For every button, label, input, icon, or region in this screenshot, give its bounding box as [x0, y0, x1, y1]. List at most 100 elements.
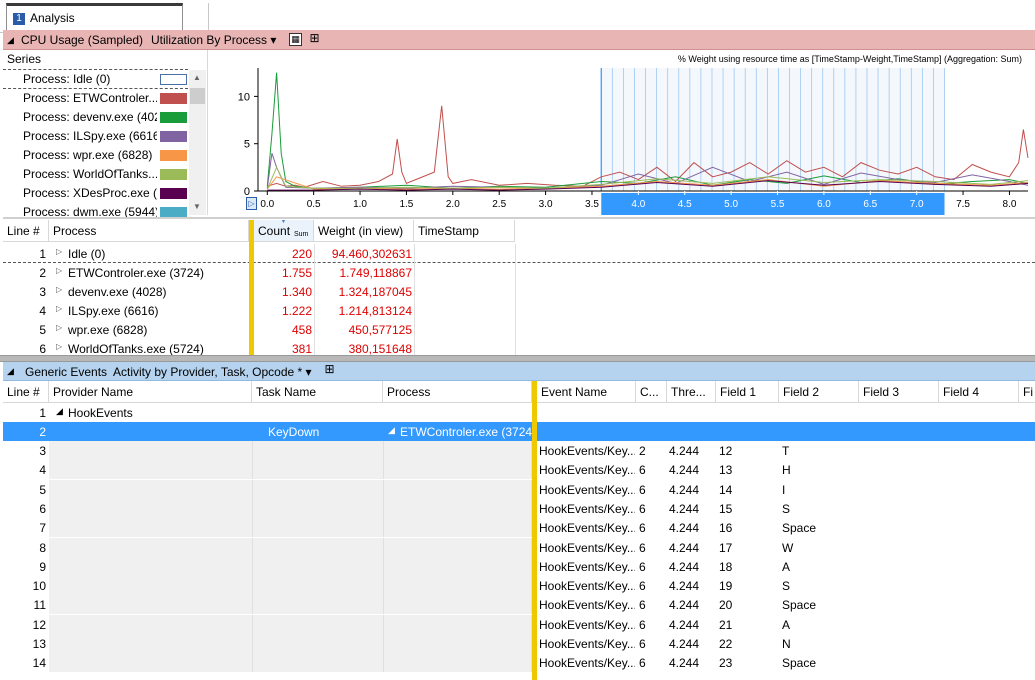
collapse-group-icon[interactable]: ◢	[56, 406, 63, 417]
panel-splitter[interactable]	[0, 355, 1035, 362]
tab-analysis[interactable]: 1 Analysis	[6, 3, 183, 33]
table-row[interactable]: 6 HookEvents/Key... 6 4.244 15 S	[3, 498, 1035, 518]
row-field1: 20	[719, 598, 733, 613]
series-scrollbar[interactable]: ▲ ▼	[189, 70, 206, 215]
series-color-swatch[interactable]	[160, 188, 187, 199]
table-row[interactable]: 10 HookEvents/Key... 6 4.244 19 S	[3, 576, 1035, 596]
x-tick-label: 0.5	[307, 199, 321, 210]
generic-preset-dropdown[interactable]: Activity by Provider, Task, Opcode * ▾	[113, 365, 312, 379]
table-row[interactable]: 5 HookEvents/Key... 6 4.244 14 I	[3, 479, 1035, 499]
series-item[interactable]: Process: XDesProc.exe (...	[3, 184, 188, 203]
series-color-swatch[interactable]	[160, 150, 187, 161]
scroll-up-icon[interactable]: ▲	[193, 73, 201, 82]
col-line-number[interactable]: Line #	[3, 220, 49, 242]
col-field2[interactable]: Field 2	[779, 381, 859, 403]
table-row[interactable]: 4 HookEvents/Key... 6 4.244 13 H	[3, 460, 1035, 480]
row-process: devenv.exe (4028)	[68, 285, 167, 299]
series-color-swatch[interactable]	[160, 74, 187, 85]
table-row[interactable]: 1 ▷ Idle (0) 220 94.460,302631	[3, 244, 1035, 263]
selected-row[interactable]: 2 KeyDown ◢ ETWControler.exe (3724)	[3, 422, 1035, 441]
col-line-number[interactable]: Line #	[3, 381, 49, 403]
expand-row-icon[interactable]: ▷	[56, 285, 62, 294]
table-row[interactable]: 11 HookEvents/Key... 6 4.244 20 Space	[3, 595, 1035, 615]
graph-toggle-icon[interactable]: ⊞	[323, 363, 336, 377]
table-row[interactable]: 2 ▷ ETWControler.exe (3724) 1.755 1.749,1188…	[3, 263, 1035, 282]
preset-dropdown[interactable]: Utilization By Process ▾	[151, 33, 276, 47]
table-row[interactable]: 13 HookEvents/Key... 6 4.244 22 N	[3, 634, 1035, 653]
col-task-name[interactable]: Task Name	[252, 381, 383, 403]
y-tick-label: 5	[244, 139, 250, 151]
col-process[interactable]: Process	[383, 381, 532, 403]
group-row[interactable]: 1 ◢ HookEvents	[3, 403, 1035, 422]
x-tick-label: 3.0	[539, 199, 553, 210]
expand-row-icon[interactable]: ▷	[56, 323, 62, 332]
expand-axis-icon[interactable]: ▷	[246, 197, 257, 210]
expand-row-icon[interactable]: ▷	[56, 304, 62, 313]
row-field2: T	[782, 444, 790, 458]
row-event-name: HookEvents/Key...	[539, 521, 635, 536]
expand-row-icon[interactable]: ▷	[56, 247, 62, 256]
col-event-name[interactable]: Event Name	[537, 381, 636, 403]
col-weight[interactable]: Weight (in view)	[314, 220, 414, 242]
table-row[interactable]: 14 HookEvents/Key... 6 4.244 23 Space	[3, 653, 1035, 673]
series-item[interactable]: Process: ETWControler....	[3, 89, 188, 108]
table-row[interactable]: 8 HookEvents/Key... 6 4.244 17 W	[3, 537, 1035, 557]
scroll-thumb[interactable]	[190, 88, 205, 104]
table-row[interactable]: 3 HookEvents/Key... 2 4.244 12 T	[3, 441, 1035, 460]
series-item[interactable]: Process: Idle (0)	[3, 70, 188, 89]
grouping-bar[interactable]	[532, 381, 537, 680]
table-row[interactable]: 3 ▷ devenv.exe (4028) 1.340 1.324,187045	[3, 282, 1035, 301]
row-cpu: 6	[639, 559, 646, 574]
series-color-swatch[interactable]	[160, 93, 187, 104]
table-row[interactable]: 9 HookEvents/Key... 6 4.244 18 A	[3, 556, 1035, 576]
series-color-swatch[interactable]	[160, 112, 187, 123]
cpu-chart[interactable]: % Weight using resource time as [TimeSta…	[208, 50, 1035, 218]
series-item[interactable]: Process: ILSpy.exe (6616)	[3, 127, 188, 146]
table-row[interactable]: 5 ▷ wpr.exe (6828) 458 450,577125	[3, 320, 1035, 339]
col-field5[interactable]: Fi	[1019, 381, 1035, 403]
table-row[interactable]: 12 HookEvents/Key... 6 4.244 21 A	[3, 614, 1035, 634]
row-weight: 380,151648	[348, 342, 412, 356]
row-process: Idle (0)	[68, 247, 106, 261]
collapse-process-icon[interactable]: ◢	[388, 425, 395, 436]
aggregation-bar[interactable]	[249, 220, 254, 358]
row-field1: 15	[719, 501, 733, 516]
collapse-triangle-icon[interactable]: ◢	[7, 366, 14, 377]
row-line-number: 13	[32, 637, 46, 651]
row-event-name: HookEvents/Key...	[539, 598, 635, 613]
col-cpu[interactable]: C...	[636, 381, 667, 403]
series-color-swatch[interactable]	[160, 169, 187, 180]
row-line-number: 1	[39, 406, 46, 420]
col-provider-name[interactable]: Provider Name	[49, 381, 252, 403]
col-thread[interactable]: Thre...	[667, 381, 716, 403]
scroll-down-icon[interactable]: ▼	[193, 202, 201, 211]
col-count[interactable]: Count Sum ▼	[254, 220, 314, 242]
series-item[interactable]: Process: WorldOfTanks....	[3, 165, 188, 184]
row-field2: N	[782, 637, 791, 651]
table-row[interactable]: 7 HookEvents/Key... 6 4.244 16 Space	[3, 518, 1035, 538]
row-thread: 4.244	[669, 598, 700, 613]
expand-row-icon[interactable]: ▷	[56, 266, 62, 275]
expand-row-icon[interactable]: ▷	[56, 342, 62, 351]
table-row[interactable]: 4 ▷ ILSpy.exe (6616) 1.222 1.214,813124	[3, 301, 1035, 320]
cpu-chart-area[interactable]: % Weight using resource time as [TimeSta…	[208, 50, 1035, 218]
y-tick-label: 10	[238, 91, 250, 103]
series-color-swatch[interactable]	[160, 131, 187, 142]
row-field2: Space	[782, 656, 817, 671]
tab-number: 1	[13, 13, 25, 25]
series-item[interactable]: Process: devenv.exe (402...	[3, 108, 188, 127]
row-field1: 18	[719, 559, 733, 574]
col-field4[interactable]: Field 4	[939, 381, 1019, 403]
collapse-triangle-icon[interactable]: ◢	[7, 35, 14, 46]
table-toggle-icon[interactable]: ⊞	[308, 32, 321, 46]
col-process[interactable]: Process	[49, 220, 249, 242]
col-timestamp[interactable]: TimeStamp	[414, 220, 515, 242]
graph-settings-icon[interactable]: ▦	[289, 33, 302, 46]
col-field3[interactable]: Field 3	[859, 381, 939, 403]
row-count: 381	[291, 342, 312, 356]
x-tick-label: 2.0	[446, 199, 460, 210]
row-field2: H	[782, 463, 791, 478]
series-item[interactable]: Process: wpr.exe (6828)	[3, 146, 188, 165]
col-field1[interactable]: Field 1	[716, 381, 779, 403]
x-tick-label: 4.0	[631, 199, 645, 210]
